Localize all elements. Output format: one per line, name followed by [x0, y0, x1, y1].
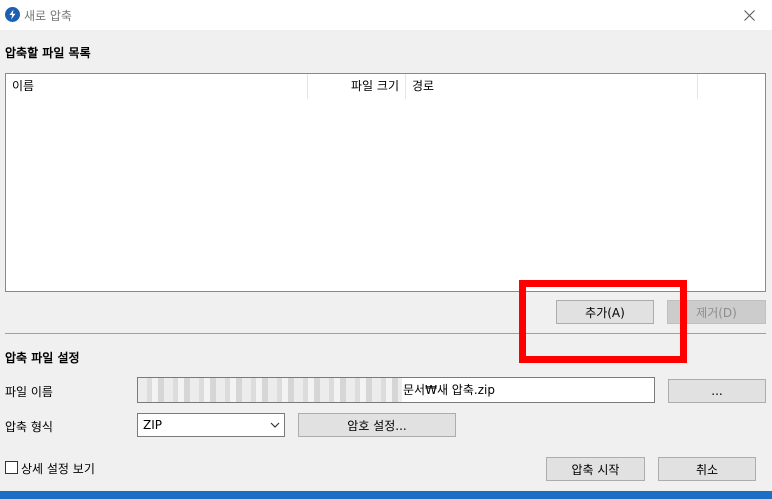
details-checkbox-label[interactable]: 상세 설정 보기: [21, 460, 95, 477]
title-bar: 새로 압축: [0, 0, 772, 30]
chevron-down-icon: [270, 422, 280, 428]
column-header-size[interactable]: 파일 크기: [308, 74, 406, 99]
highlight-annotation: [519, 280, 687, 363]
start-compress-button[interactable]: 압축 시작: [546, 457, 645, 481]
filename-label: 파일 이름: [5, 385, 53, 399]
cancel-button[interactable]: 취소: [658, 457, 756, 481]
file-list-table[interactable]: 이름 파일 크기 경로: [5, 73, 766, 292]
filelist-section-label: 압축할 파일 목록: [5, 46, 91, 60]
format-label: 압축 형식: [5, 420, 53, 434]
close-button[interactable]: [726, 0, 772, 30]
browse-button[interactable]: ...: [668, 379, 766, 403]
settings-section-label: 압축 파일 설정: [5, 351, 80, 365]
redacted-path: [138, 378, 402, 402]
password-settings-button[interactable]: 암호 설정...: [298, 413, 456, 437]
column-header-name[interactable]: 이름: [6, 74, 308, 99]
app-lightning-icon: [5, 7, 20, 22]
format-select[interactable]: ZIP: [137, 413, 285, 437]
format-value: ZIP: [143, 418, 162, 432]
details-checkbox[interactable]: [5, 461, 18, 474]
filename-input[interactable]: 문서₩새 압축.zip: [137, 377, 655, 403]
taskbar-edge: [0, 491, 772, 499]
filename-value: 문서₩새 압축.zip: [403, 383, 495, 397]
column-header-path[interactable]: 경로: [406, 74, 698, 99]
window-title: 새로 압축: [24, 9, 72, 23]
close-icon: [743, 9, 755, 21]
